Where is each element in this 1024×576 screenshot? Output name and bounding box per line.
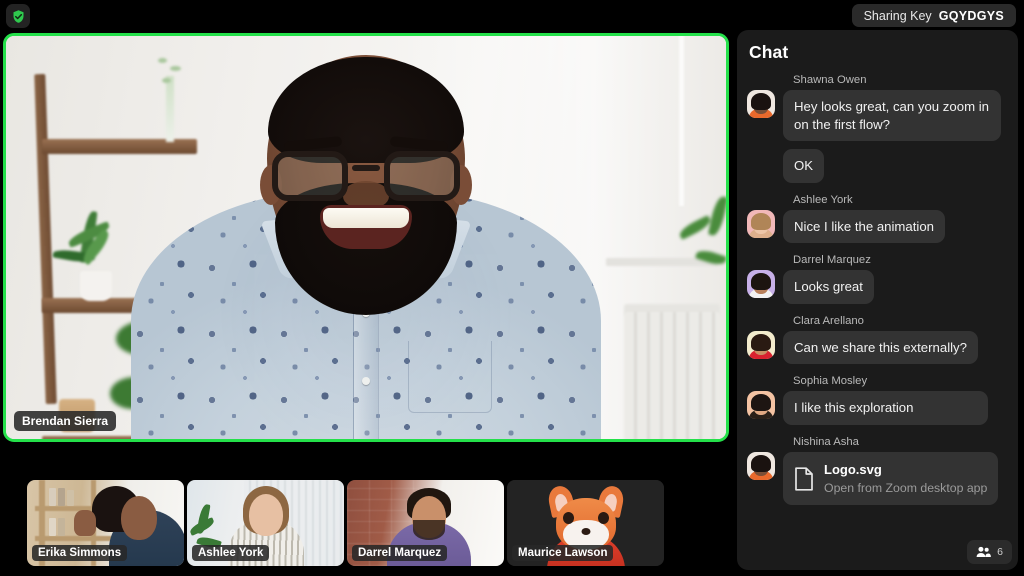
participant-thumbnail[interactable]: Ashlee York: [187, 480, 344, 566]
sharing-key-label: Sharing Key: [863, 8, 932, 23]
shirt-button: [362, 377, 370, 385]
shield-check-icon: [11, 9, 26, 24]
chat-message-bubble[interactable]: Can we share this externally?: [783, 330, 978, 365]
message-sender: Shawna Owen: [793, 74, 867, 86]
participants-count: 6: [997, 546, 1003, 558]
shelf-plant-pot: [80, 271, 112, 301]
security-button[interactable]: [6, 4, 30, 28]
shirt-pocket: [408, 341, 492, 413]
chat-message-bubble[interactable]: Looks great: [783, 270, 874, 304]
file-subtitle: Open from Zoom desktop app: [824, 481, 988, 496]
message-sender: Clara Arellano: [793, 314, 864, 327]
speaker-video: Brendan Sierra: [6, 36, 726, 439]
thumbnail-name: Maurice Lawson: [512, 545, 614, 561]
file-name: Logo.svg: [824, 461, 882, 477]
window-frame: [679, 36, 684, 206]
speaker-person: [131, 47, 601, 439]
top-bar: Sharing Key GQYDGYS: [0, 0, 1024, 30]
avatar[interactable]: [747, 90, 775, 118]
thumbnail-name: Ashlee York: [192, 545, 270, 561]
chat-title: Chat: [749, 42, 789, 62]
head: [260, 55, 472, 315]
participant-thumbnail[interactable]: Erika Simmons: [27, 480, 184, 566]
chat-file-attachment[interactable]: Logo.svg Open from Zoom desktop app: [783, 451, 999, 506]
chat-message-list[interactable]: Shawna Owen Hey looks great, can you zoo…: [737, 74, 1018, 570]
chat-message-group: Shawna Owen Hey looks great, can you zoo…: [747, 74, 1008, 183]
smile: [320, 205, 412, 249]
chat-panel: Chat Shawna Owen Hey looks great, can yo…: [737, 30, 1018, 570]
glasses-icon: [270, 151, 462, 203]
thumbnail-name: Erika Simmons: [32, 545, 128, 561]
radiator: [624, 312, 720, 439]
chat-message-group: Clara Arellano Can we share this externa…: [747, 315, 1008, 365]
chat-message-bubble[interactable]: OK: [783, 149, 825, 183]
window-plant: [677, 195, 726, 306]
chat-message-group: Darrel Marquez Looks great: [747, 254, 1008, 304]
message-sender: Nishina Asha: [793, 435, 859, 448]
chat-message-bubble[interactable]: Nice I like the animation: [783, 209, 946, 244]
chat-message-bubble[interactable]: I like this exploration: [783, 391, 988, 425]
participant-thumbnail[interactable]: Darrel Marquez: [347, 480, 504, 566]
avatar[interactable]: [747, 330, 775, 359]
participants-count-badge[interactable]: 6: [967, 540, 1012, 564]
avatar[interactable]: [747, 451, 775, 480]
chat-message-group: Nishina Asha Logo.svg Open from Zoom des…: [747, 436, 1008, 506]
meeting-window: Sharing Key GQYDGYS Brendan Sierra Erika…: [0, 0, 1024, 576]
message-sender: Darrel Marquez: [793, 254, 871, 267]
avatar[interactable]: [747, 209, 775, 238]
message-sender: Sophia Mosley: [793, 375, 868, 388]
active-speaker-tile[interactable]: Brendan Sierra: [3, 33, 729, 442]
chat-message-group: Sophia Mosley I like this exploration: [747, 375, 1008, 425]
speaker-name-badge: Brendan Sierra: [14, 411, 117, 431]
chat-message-bubble[interactable]: Hey looks great, can you zoom in on the …: [783, 90, 1001, 142]
thumbnail-name: Darrel Marquez: [352, 545, 448, 561]
people-icon: [976, 546, 992, 558]
file-icon: [794, 466, 814, 491]
avatar[interactable]: [747, 391, 775, 420]
sharing-key-value: GQYDGYS: [938, 8, 1004, 23]
sharing-key-chip[interactable]: Sharing Key GQYDGYS: [851, 4, 1016, 27]
message-sender: Ashlee York: [793, 193, 853, 206]
participant-filmstrip: Erika Simmons Ashlee York Darrel Marquez: [27, 480, 664, 566]
chat-message-group: Ashlee York Nice I like the animation: [747, 194, 1008, 244]
avatar[interactable]: [747, 270, 775, 299]
participant-thumbnail[interactable]: Maurice Lawson: [507, 480, 664, 566]
